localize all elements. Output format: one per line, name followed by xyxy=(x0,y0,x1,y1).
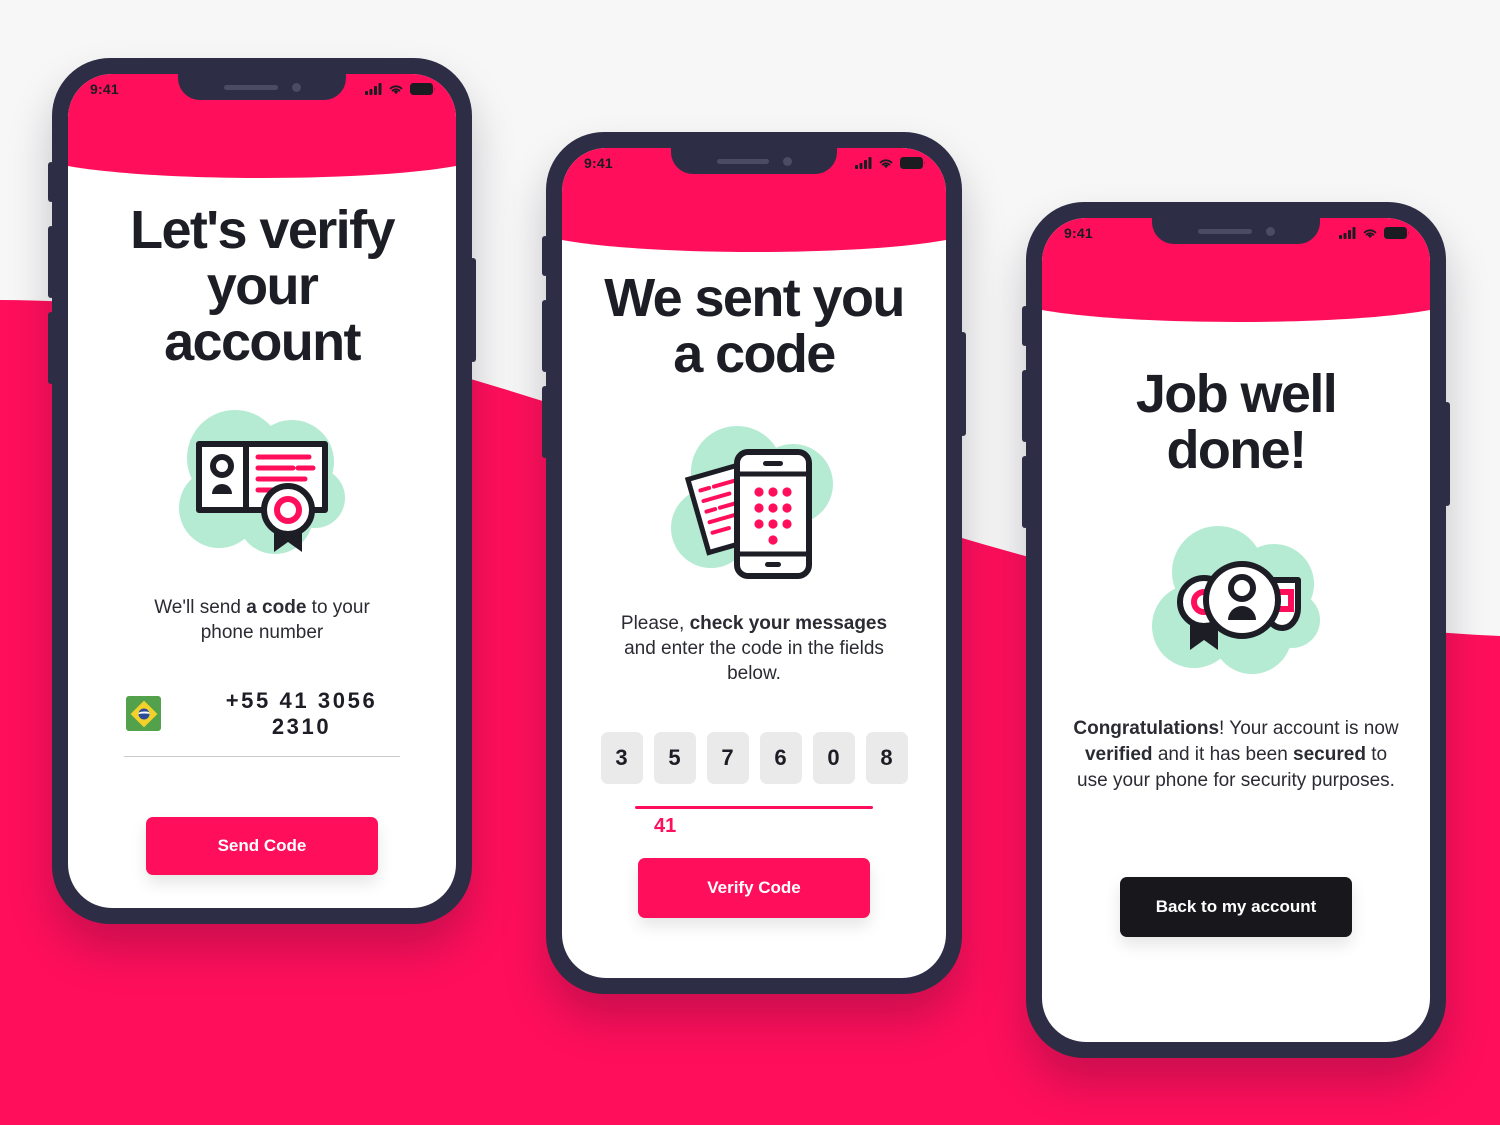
front-camera xyxy=(1265,226,1275,236)
wifi-icon xyxy=(1363,229,1377,239)
phone-number-field[interactable]: +55 41 3056 2310 xyxy=(68,688,456,740)
plain-text: ! Your account is now xyxy=(1219,718,1399,740)
volume-up-button[interactable] xyxy=(48,226,54,298)
earpiece-speaker xyxy=(1197,228,1252,234)
screen-content-verify-account: Let's verify your account We'll send a c… xyxy=(68,202,456,875)
screen-content-enter-code: We sent you a code Please, check your me… xyxy=(562,268,946,919)
mockup-canvas: 9:41 Let's verify your account We'll sen… xyxy=(0,0,1500,1125)
flag-globe xyxy=(138,708,149,720)
back-to-my-account-button[interactable]: Back to my account xyxy=(1120,877,1352,938)
battery-icon xyxy=(410,83,436,95)
id-card-badge-icon xyxy=(179,410,345,555)
screen-verify-account: 9:41 Let's verify your account We'll sen… xyxy=(68,74,456,908)
phone-mockup-enter-code: 9:41 We sent you a code Please, check yo… xyxy=(542,132,966,994)
code-digit-input-5[interactable]: 0 xyxy=(812,732,855,785)
cellular-signal-icon xyxy=(1339,227,1356,239)
sms-phone-icon xyxy=(671,426,833,580)
phone-notch xyxy=(178,74,346,100)
page-title: Let's verify your account xyxy=(130,200,395,373)
phone-mockup-success: 9:41 Job well done! Congratulations! You… xyxy=(1022,202,1450,1058)
emphasis-text: a code xyxy=(246,597,307,619)
phone-notch xyxy=(1152,218,1320,244)
send-code-button[interactable]: Send Code xyxy=(146,816,378,875)
screen-subtitle: Please, check your messages and enter th… xyxy=(562,612,946,686)
cellular-signal-icon xyxy=(855,157,872,169)
plain-text: We'll send xyxy=(154,597,247,619)
emphasis-text: Congratulations xyxy=(1073,718,1220,740)
code-digit-input-3[interactable]: 7 xyxy=(706,732,749,785)
phone-mockup-verify-account: 9:41 Let's verify your account We'll sen… xyxy=(48,58,476,924)
silence-switch-button[interactable] xyxy=(48,162,54,202)
emphasis-text: verified xyxy=(1084,743,1153,765)
code-digit-input-4[interactable]: 6 xyxy=(759,732,802,785)
status-bar-time: 9:41 xyxy=(584,155,613,171)
resend-progress-rule xyxy=(635,806,873,810)
screen-enter-code: 9:41 We sent you a code Please, check yo… xyxy=(562,148,946,978)
phone-notch xyxy=(671,148,837,174)
phone-number-value[interactable]: +55 41 3056 2310 xyxy=(205,688,398,740)
code-digit-input-1[interactable]: 3 xyxy=(600,732,643,785)
page-title: We sent you a code xyxy=(604,268,905,385)
verification-code-inputs[interactable]: 357608 xyxy=(562,732,946,785)
status-bar-icons xyxy=(365,83,436,95)
resend-timer: 41 xyxy=(654,815,677,838)
battery-icon xyxy=(900,157,926,169)
cellular-signal-icon xyxy=(365,83,382,95)
plain-text: Please, xyxy=(620,613,690,635)
verify-code-button[interactable]: Verify Code xyxy=(638,858,870,919)
code-digit-input-2[interactable]: 5 xyxy=(653,732,696,785)
plain-text: and enter the code in the fields below. xyxy=(624,638,884,684)
front-camera xyxy=(291,82,301,92)
emphasis-text: secured xyxy=(1293,743,1366,765)
wifi-icon xyxy=(879,159,893,169)
volume-down-button[interactable] xyxy=(542,386,548,458)
status-bar-icons xyxy=(855,157,926,169)
earpiece-speaker xyxy=(223,84,278,90)
status-bar-icons xyxy=(1339,227,1410,239)
silence-switch-button[interactable] xyxy=(1022,306,1028,346)
power-button[interactable] xyxy=(960,332,966,436)
silence-switch-button[interactable] xyxy=(542,236,548,276)
volume-down-button[interactable] xyxy=(48,312,54,384)
verified-profile-badge-icon xyxy=(1152,526,1320,675)
emphasis-text: check your messages xyxy=(689,613,888,635)
volume-up-button[interactable] xyxy=(542,300,548,372)
page-title: Job well done! xyxy=(1135,364,1338,481)
status-bar-time: 9:41 xyxy=(1064,225,1093,241)
brazil-flag-icon[interactable] xyxy=(126,696,161,732)
screen-success: 9:41 Job well done! Congratulations! You… xyxy=(1042,218,1430,1042)
phone-field-underline xyxy=(124,755,400,757)
screen-subtitle: Congratulations! Your account is now ver… xyxy=(1042,716,1430,793)
power-button[interactable] xyxy=(470,258,476,362)
front-camera xyxy=(782,156,792,166)
volume-down-button[interactable] xyxy=(1022,456,1028,528)
code-digit-input-6[interactable]: 8 xyxy=(865,732,908,785)
earpiece-speaker xyxy=(716,158,769,164)
volume-up-button[interactable] xyxy=(1022,370,1028,442)
wifi-icon xyxy=(389,85,403,95)
screen-content-success: Job well done! Congratulations! Your acc… xyxy=(1042,364,1430,938)
power-button[interactable] xyxy=(1444,402,1450,506)
status-bar-time: 9:41 xyxy=(90,81,119,97)
battery-icon xyxy=(1384,227,1410,239)
screen-subtitle: We'll send a code to your phone number xyxy=(68,596,456,645)
plain-text: and it has been xyxy=(1152,743,1294,765)
